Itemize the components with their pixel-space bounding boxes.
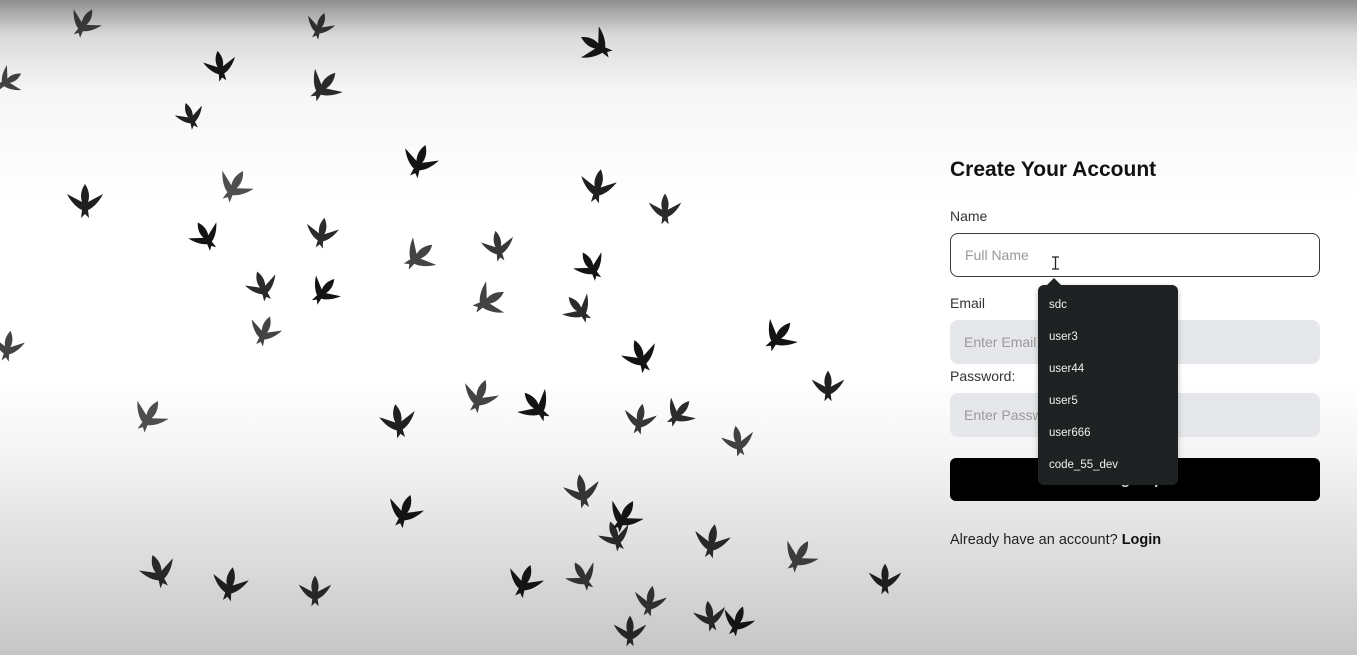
bird-silhouette — [379, 404, 415, 439]
bird-silhouette — [251, 316, 283, 347]
bird-silhouette — [0, 330, 25, 362]
name-input[interactable]: Full Name — [950, 233, 1320, 277]
autocomplete-option[interactable]: user44 — [1038, 353, 1178, 385]
bird-silhouette — [390, 494, 424, 529]
bird-silhouette — [581, 169, 617, 204]
bird-silhouette — [222, 170, 254, 203]
bird-silhouette — [621, 339, 655, 374]
bird-silhouette — [213, 567, 249, 602]
bird-silhouette — [73, 9, 102, 38]
bird-silhouette — [244, 271, 276, 302]
bird-silhouette — [562, 293, 592, 323]
bird-silhouette — [311, 275, 341, 305]
bird-silhouette — [573, 252, 602, 281]
bird-silhouette — [868, 563, 902, 595]
autocomplete-option[interactable]: code_55_dev — [1038, 449, 1178, 481]
bird-silhouette — [174, 102, 202, 130]
login-prompt-text: Already have an account? — [950, 532, 1118, 548]
bird-silhouette — [563, 474, 599, 509]
bird-silhouette — [465, 379, 499, 414]
bird-silhouette — [510, 564, 544, 599]
bird-silhouette — [634, 585, 667, 617]
autocomplete-dropdown: sdc user3 user44 user5 user666 code_55_d… — [1038, 278, 1178, 485]
bird-silhouette — [580, 26, 613, 58]
bird-silhouette — [203, 50, 236, 82]
name-placeholder: Full Name — [965, 247, 1029, 263]
autocomplete-option[interactable]: user666 — [1038, 417, 1178, 449]
bird-silhouette — [137, 400, 169, 433]
bird-silhouette — [403, 237, 437, 270]
email-placeholder: Enter Email — [964, 334, 1037, 350]
bird-silhouette — [666, 397, 696, 427]
autocomplete-option[interactable]: user3 — [1038, 321, 1178, 353]
bird-silhouette — [765, 318, 798, 352]
bird-silhouette — [308, 12, 336, 40]
bird-silhouette — [188, 222, 217, 251]
bird-silhouette — [0, 65, 22, 91]
bird-silhouette — [405, 144, 439, 179]
autocomplete-option[interactable]: sdc — [1038, 289, 1178, 321]
bird-silhouette — [298, 575, 332, 607]
name-label: Name — [950, 208, 988, 224]
bird-silhouette — [613, 615, 647, 647]
bird-silhouette — [517, 388, 550, 422]
bird-silhouette — [481, 230, 514, 262]
bird-silhouette — [139, 554, 173, 589]
autocomplete-option[interactable]: user5 — [1038, 385, 1178, 417]
bird-silhouette — [721, 425, 754, 457]
bird-silhouette — [695, 524, 731, 559]
login-link[interactable]: Login — [1122, 532, 1161, 548]
bird-silhouette — [565, 562, 594, 591]
bird-silhouette — [811, 370, 845, 402]
birds-background-image — [0, 0, 910, 655]
bird-silhouette — [648, 193, 682, 225]
bird-silhouette — [310, 68, 343, 102]
text-cursor-icon — [1052, 256, 1059, 270]
form-title: Create Your Account — [950, 158, 1157, 181]
bird-silhouette — [787, 540, 819, 573]
bird-silhouette — [693, 600, 726, 632]
bird-silhouette — [67, 184, 103, 218]
bird-silhouette — [624, 403, 657, 435]
login-prompt-line: Already have an account? Login — [950, 532, 1161, 548]
password-label: Password: — [950, 368, 1016, 384]
email-label: Email — [950, 295, 986, 311]
bird-silhouette — [724, 606, 756, 637]
bird-silhouette — [306, 217, 339, 249]
bird-silhouette — [472, 281, 505, 313]
